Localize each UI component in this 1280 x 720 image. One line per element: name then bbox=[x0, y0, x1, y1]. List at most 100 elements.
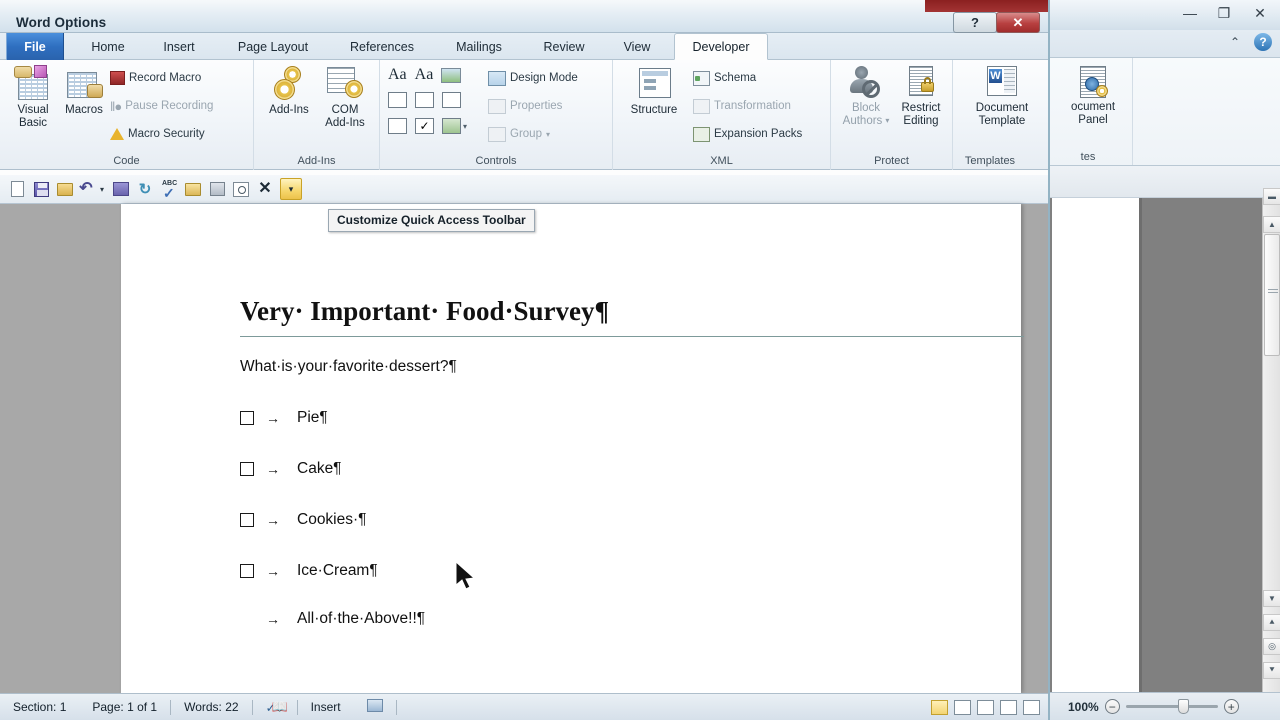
add-ins-button[interactable]: Add-Ins bbox=[260, 64, 318, 117]
dialog-close-button[interactable]: ✕ bbox=[996, 12, 1040, 33]
macros-button[interactable]: Macros bbox=[55, 64, 113, 117]
print-layout-view-button[interactable] bbox=[931, 699, 948, 715]
schema-button[interactable]: Schema bbox=[693, 68, 756, 88]
status-word-count[interactable]: Words: 22 bbox=[171, 700, 251, 714]
customize-quick-access-toolbar-button[interactable]: ▾ bbox=[280, 178, 302, 200]
spelling-grammar-icon[interactable]: ABC ✓ bbox=[158, 178, 180, 201]
building-block-gallery-icon[interactable] bbox=[388, 92, 407, 108]
templates-group-label: Templates bbox=[964, 155, 1016, 167]
save-icon[interactable] bbox=[30, 178, 52, 200]
drop-down-list-icon[interactable] bbox=[442, 92, 461, 108]
undo-dropdown-icon[interactable]: ▾ bbox=[96, 178, 108, 200]
draft-view-button[interactable] bbox=[1023, 699, 1040, 715]
next-page-button[interactable]: ⯆ bbox=[1263, 662, 1280, 679]
background-vertical-scrollbar[interactable]: ▬ ▲ ▼ ⯅ ◎ ⯆ bbox=[1262, 188, 1280, 692]
plain-text-content-control-icon[interactable]: Aa bbox=[415, 66, 434, 84]
scroll-up-button[interactable]: ▲ bbox=[1263, 216, 1280, 233]
structure-button[interactable]: Structure bbox=[621, 64, 687, 117]
design-mode-button[interactable]: Design Mode bbox=[488, 68, 578, 88]
legacy-tools-icon[interactable] bbox=[442, 118, 461, 134]
document-page[interactable]: Very· Important· Food·Survey¶ What·is·yo… bbox=[121, 204, 1024, 693]
record-macro-button[interactable]: Record Macro bbox=[110, 68, 201, 88]
zoom-out-button[interactable]: − bbox=[1104, 699, 1120, 714]
combo-box-icon[interactable] bbox=[415, 92, 434, 108]
restore-icon[interactable]: ❐ bbox=[1210, 2, 1238, 24]
tab-review[interactable]: Review bbox=[528, 33, 600, 60]
close-document-icon[interactable]: ✕ bbox=[254, 178, 276, 200]
check-box-content-control-icon[interactable]: ✓ bbox=[415, 118, 434, 134]
zoom-slider-thumb[interactable] bbox=[1177, 699, 1189, 714]
restrict-editing-button[interactable]: Restrict Editing bbox=[891, 64, 951, 127]
new-window-icon[interactable] bbox=[206, 178, 228, 200]
help-icon[interactable]: ? bbox=[1254, 33, 1272, 51]
expansion-packs-button[interactable]: Expansion Packs bbox=[693, 124, 802, 144]
undo-icon[interactable]: ↶ bbox=[78, 178, 94, 200]
picture-content-control-icon[interactable] bbox=[441, 67, 462, 83]
survey-option-cookies[interactable]: → Cookies·¶ bbox=[240, 511, 367, 529]
print-preview-icon[interactable] bbox=[230, 178, 252, 200]
document-canvas[interactable]: Very· Important· Food·Survey¶ What·is·yo… bbox=[0, 204, 1048, 693]
proofing-errors-icon[interactable]: ✓ 📖 bbox=[253, 699, 297, 716]
survey-option-pie[interactable]: → Pie¶ bbox=[240, 409, 328, 427]
rich-text-content-control-icon[interactable]: Aa bbox=[388, 66, 407, 84]
survey-option-all-of-the-above[interactable]: → All·of·the·Above!!¶ bbox=[240, 610, 425, 628]
checkbox-placeholder bbox=[240, 612, 254, 626]
properties-button[interactable]: Properties bbox=[488, 96, 562, 116]
block-authors-button[interactable]: Block Authors ▾ bbox=[835, 64, 897, 127]
outline-view-button[interactable] bbox=[1000, 699, 1017, 715]
survey-option-pie-label: Pie¶ bbox=[297, 409, 328, 426]
tab-developer[interactable]: Developer bbox=[674, 33, 768, 60]
legacy-tools-dropdown-icon[interactable]: ▾ bbox=[463, 122, 467, 131]
structure-label: Structure bbox=[630, 104, 678, 116]
new-document-icon[interactable] bbox=[6, 178, 28, 200]
tab-mailings[interactable]: Mailings bbox=[438, 33, 520, 60]
macro-security-button[interactable]: Macro Security bbox=[110, 124, 205, 144]
collapse-ribbon-icon[interactable]: ⌃ bbox=[1230, 35, 1240, 49]
scrollbar-thumb[interactable] bbox=[1264, 234, 1280, 356]
status-insert-mode[interactable]: Insert bbox=[298, 700, 354, 714]
checkbox-cake[interactable] bbox=[240, 462, 254, 476]
block-authors-dropdown-icon[interactable]: ▾ bbox=[885, 115, 889, 128]
open-folder-icon[interactable] bbox=[182, 178, 204, 200]
minimize-icon[interactable]: — bbox=[1176, 2, 1204, 24]
tab-references[interactable]: References bbox=[334, 33, 430, 60]
document-panel-icon[interactable] bbox=[1080, 66, 1108, 98]
survey-option-ice-cream[interactable]: → Ice·Cream¶ bbox=[240, 562, 378, 580]
print-icon[interactable] bbox=[110, 178, 132, 200]
redo-icon[interactable]: ↻ bbox=[134, 178, 156, 200]
select-browse-object-button[interactable]: ◎ bbox=[1263, 638, 1280, 655]
tab-page-layout[interactable]: Page Layout bbox=[216, 33, 330, 60]
tab-insert[interactable]: Insert bbox=[148, 33, 210, 60]
tab-file[interactable]: File bbox=[6, 33, 64, 60]
close-icon[interactable]: ✕ bbox=[1246, 2, 1274, 24]
group-button[interactable]: Group ▾ bbox=[488, 124, 550, 144]
schema-icon bbox=[693, 70, 710, 86]
checkbox-cookies[interactable] bbox=[240, 513, 254, 527]
ribbon-group-code: Visual Basic Macros Record Macro ǁ● Paus… bbox=[0, 60, 254, 170]
language-icon[interactable] bbox=[354, 699, 396, 715]
scroll-down-button[interactable]: ▼ bbox=[1263, 590, 1280, 607]
zoom-slider[interactable] bbox=[1125, 699, 1218, 714]
status-section[interactable]: Section: 1 bbox=[0, 700, 79, 714]
group-dropdown-icon[interactable]: ▾ bbox=[546, 130, 550, 139]
tab-home[interactable]: Home bbox=[76, 33, 140, 60]
checkbox-pie[interactable] bbox=[240, 411, 254, 425]
status-page[interactable]: Page: 1 of 1 bbox=[79, 700, 170, 714]
pause-recording-button[interactable]: ǁ● Pause Recording bbox=[110, 96, 213, 116]
previous-page-button[interactable]: ⯅ bbox=[1263, 614, 1280, 631]
date-picker-icon[interactable] bbox=[388, 118, 407, 134]
dialog-help-button[interactable]: ? bbox=[953, 12, 997, 33]
transformation-button[interactable]: Transformation bbox=[693, 96, 791, 116]
checkbox-ice-cream[interactable] bbox=[240, 564, 254, 578]
web-layout-view-button[interactable] bbox=[977, 699, 994, 715]
zoom-in-button[interactable]: + bbox=[1223, 699, 1239, 714]
document-template-button[interactable]: W Document Template bbox=[967, 64, 1037, 127]
visual-basic-button[interactable]: Visual Basic bbox=[4, 64, 62, 129]
document-panel-label-line1: ocument bbox=[1070, 101, 1116, 113]
tab-view[interactable]: View bbox=[608, 33, 666, 60]
full-screen-reading-view-button[interactable] bbox=[954, 699, 971, 715]
split-window-handle-icon[interactable]: ▬ bbox=[1263, 188, 1280, 205]
com-add-ins-button[interactable]: COM Add-Ins bbox=[316, 64, 374, 129]
open-icon[interactable] bbox=[54, 178, 76, 200]
survey-option-cake[interactable]: → Cake¶ bbox=[240, 460, 342, 478]
